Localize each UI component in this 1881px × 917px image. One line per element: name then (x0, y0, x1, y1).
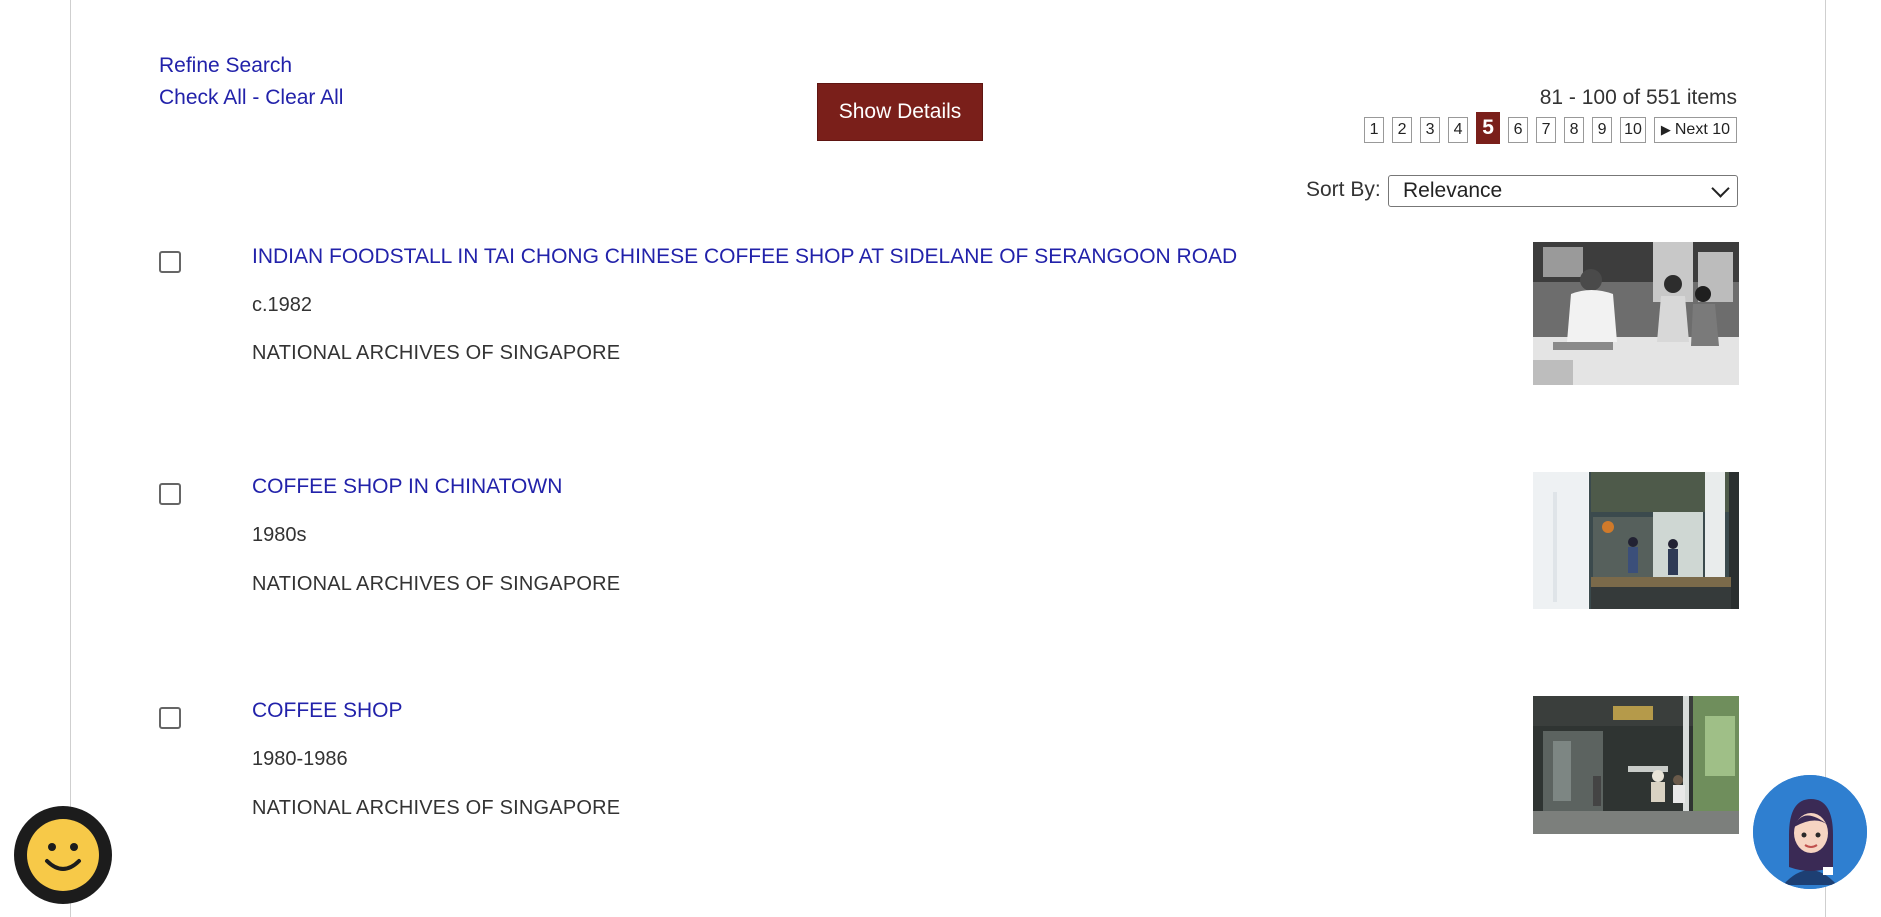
page-2-button[interactable]: 2 (1392, 117, 1413, 143)
result-date: 1980s (252, 524, 307, 546)
page-7-button[interactable]: 7 (1536, 117, 1557, 143)
smiley-face-icon (27, 819, 99, 891)
result-thumbnail[interactable] (1533, 472, 1739, 609)
result-thumbnail[interactable] (1533, 696, 1739, 834)
pagination: 1 2 3 4 5 6 7 8 9 10 ▶ Next 10 (1364, 112, 1737, 144)
feedback-button[interactable] (14, 806, 112, 904)
result-checkbox[interactable] (159, 483, 181, 505)
result-date: c.1982 (252, 294, 313, 316)
sort-selected-value: Relevance (1403, 179, 1503, 202)
play-triangle-icon: ▶ (1660, 122, 1671, 137)
page-4-button[interactable]: 4 (1448, 117, 1469, 143)
page-8-button[interactable]: 8 (1564, 117, 1585, 143)
bw-foodstall-photo (1533, 242, 1739, 385)
result-checkbox[interactable] (159, 707, 181, 729)
result-count: 81 - 100 of 551 items (1539, 86, 1737, 109)
page-5-current: 5 (1476, 112, 1501, 144)
page-6-button[interactable]: 6 (1508, 117, 1529, 143)
result-source: NATIONAL ARCHIVES OF SINGAPORE (252, 797, 621, 819)
chat-assistant-button[interactable] (1753, 775, 1867, 889)
result-checkbox[interactable] (159, 251, 181, 273)
assistant-avatar-icon (1753, 775, 1867, 889)
page-3-button[interactable]: 3 (1420, 117, 1441, 143)
result-source: NATIONAL ARCHIVES OF SINGAPORE (252, 573, 621, 595)
result-date: 1980-1986 (252, 748, 348, 770)
result-title-link[interactable]: COFFEE SHOP (252, 699, 403, 723)
check-all-link[interactable]: Check All (159, 86, 247, 109)
coffee-shop-photo (1533, 696, 1739, 834)
result-thumbnail[interactable] (1533, 242, 1739, 385)
result-source: NATIONAL ARCHIVES OF SINGAPORE (252, 342, 621, 364)
chevron-down-icon (1711, 178, 1730, 198)
result-title-link[interactable]: INDIAN FOODSTALL IN TAI CHONG CHINESE CO… (252, 245, 1237, 269)
show-details-button[interactable]: Show Details (817, 83, 983, 141)
check-clear-controls: Check All - Clear All (159, 86, 343, 110)
clear-all-link[interactable]: Clear All (265, 86, 343, 109)
sort-by-label: Sort By: (1306, 178, 1381, 201)
separator: - (252, 86, 260, 109)
page-1-button[interactable]: 1 (1364, 117, 1385, 143)
next-10-button[interactable]: ▶ Next 10 (1653, 117, 1737, 143)
page-10-button[interactable]: 10 (1620, 117, 1646, 143)
page-9-button[interactable]: 9 (1592, 117, 1613, 143)
chinatown-coffee-shop-photo (1533, 472, 1739, 609)
refine-search-link[interactable]: Refine Search (159, 54, 292, 78)
next-10-label: Next 10 (1674, 121, 1730, 138)
result-title-link[interactable]: COFFEE SHOP IN CHINATOWN (252, 475, 562, 499)
sort-by-select[interactable]: Relevance (1388, 175, 1738, 207)
